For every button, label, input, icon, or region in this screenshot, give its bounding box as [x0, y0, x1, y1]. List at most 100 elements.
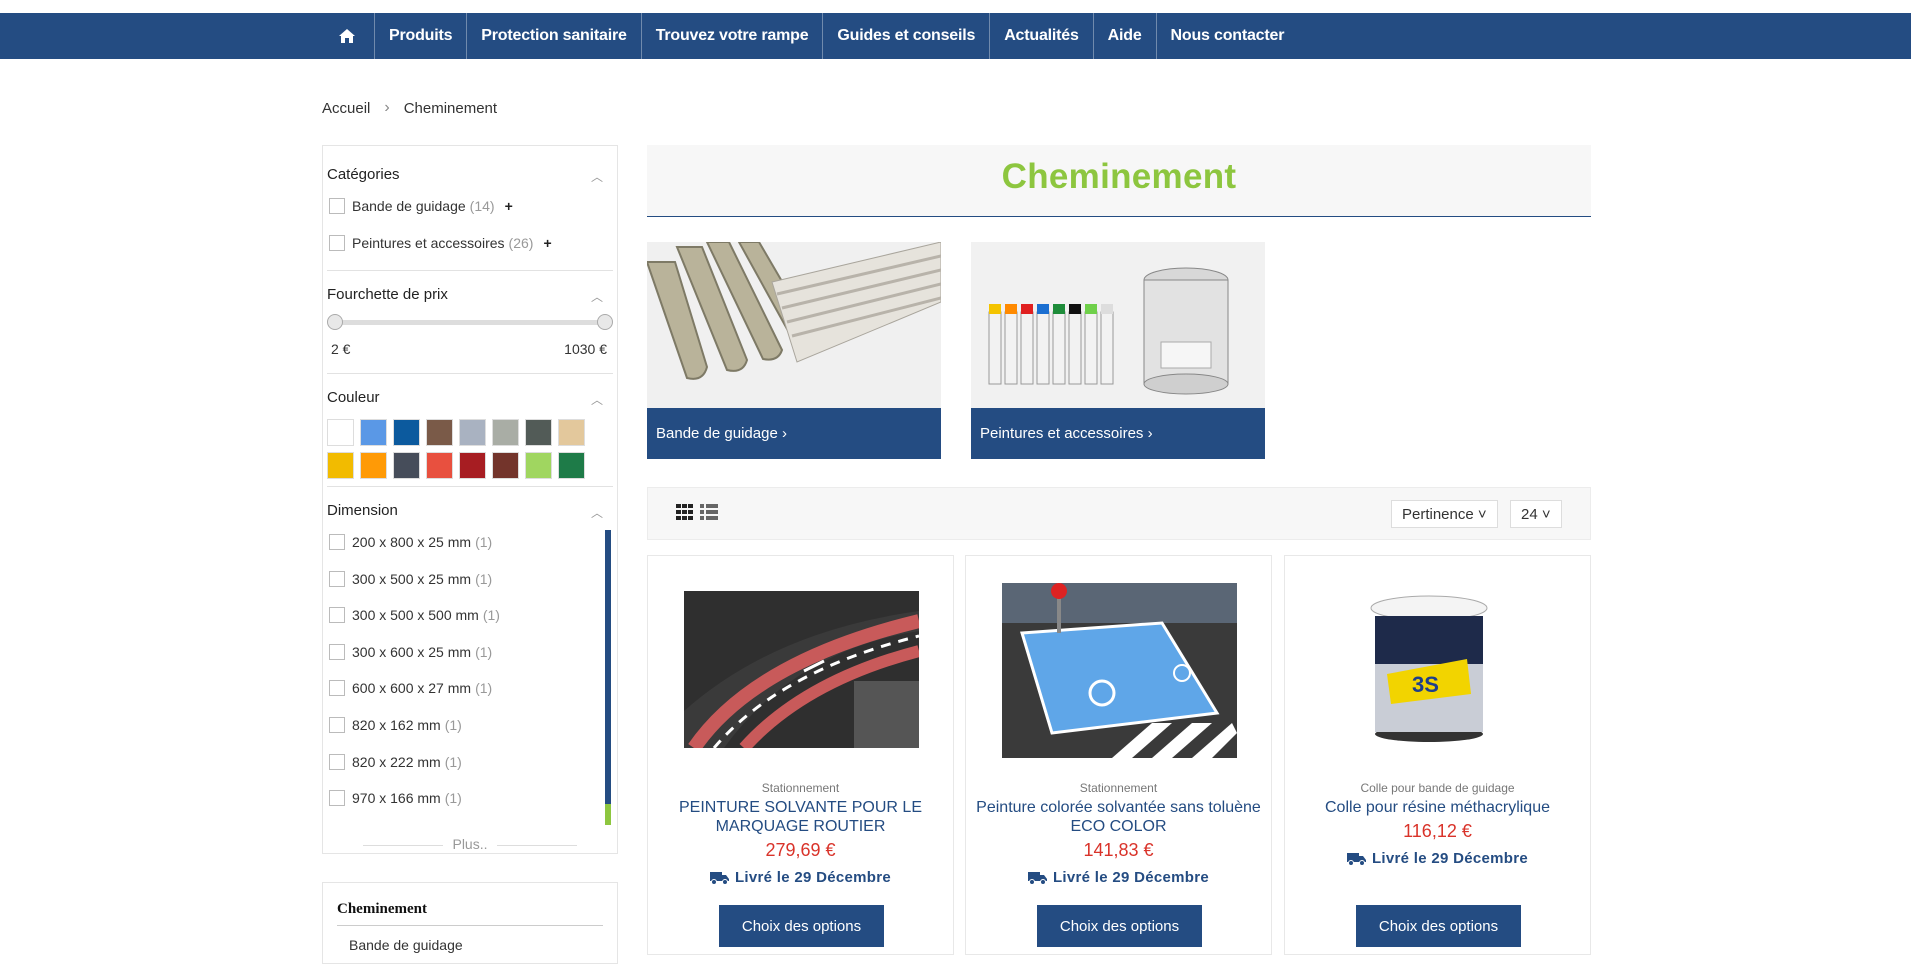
- product-title[interactable]: Colle pour résine méthacrylique: [1295, 798, 1580, 817]
- color-swatch[interactable]: [426, 452, 453, 479]
- checkbox[interactable]: [329, 680, 345, 696]
- breadcrumb: Accueil › Cheminement: [322, 99, 497, 117]
- color-swatch[interactable]: [393, 419, 420, 446]
- list-view-icon[interactable]: [700, 504, 718, 525]
- nav-home[interactable]: [320, 13, 375, 59]
- product-image[interactable]: [684, 591, 919, 748]
- sort-select[interactable]: Pertinence ˅: [1391, 500, 1498, 528]
- per-page-select[interactable]: 24 ˅: [1510, 500, 1562, 528]
- filter-label: 300 x 500 x 25 mm: [352, 571, 472, 587]
- filter-category-peintures[interactable]: Peintures et accessoires (26) +: [329, 235, 552, 251]
- product-card: Stationnement PEINTURE SOLVANTE POUR LE …: [647, 555, 954, 955]
- filter-category-bande-de-guidage[interactable]: Bande de guidage (14) +: [329, 198, 513, 214]
- chevron-up-icon[interactable]: ︿: [591, 504, 603, 521]
- chevron-up-icon[interactable]: ︿: [591, 168, 603, 185]
- choose-options-button[interactable]: Choix des options: [1356, 905, 1521, 947]
- checkbox[interactable]: [329, 717, 345, 733]
- filter-dimension-item[interactable]: 820 x 222 mm (1): [329, 754, 462, 770]
- choose-options-button[interactable]: Choix des options: [1037, 905, 1202, 947]
- checkbox[interactable]: [329, 571, 345, 587]
- filter-dimension-item[interactable]: 300 x 500 x 500 mm (1): [329, 607, 500, 623]
- filter-label: 970 x 166 mm: [352, 790, 441, 806]
- choose-options-button[interactable]: Choix des options: [719, 905, 884, 947]
- color-swatch[interactable]: [327, 452, 354, 479]
- filter-label: Peintures et accessoires: [352, 235, 505, 251]
- filter-count: (1): [475, 644, 493, 660]
- home-icon: [339, 29, 355, 43]
- filter-dimension-item[interactable]: 200 x 800 x 25 mm (1): [329, 534, 492, 550]
- subcategory-tile-bande-de-guidage[interactable]: Bande de guidage ›: [647, 242, 941, 459]
- checkbox[interactable]: [329, 790, 345, 806]
- product-image[interactable]: [1002, 583, 1237, 758]
- checkbox[interactable]: [329, 607, 345, 623]
- color-swatch[interactable]: [459, 419, 486, 446]
- color-swatch[interactable]: [492, 419, 519, 446]
- grid-view-icon[interactable]: [676, 504, 694, 525]
- filter-label: 300 x 500 x 500 mm: [352, 607, 479, 623]
- checkbox[interactable]: [329, 235, 345, 251]
- product-list-toolbar: Pertinence ˅ 24 ˅: [647, 487, 1591, 540]
- checkbox[interactable]: [329, 644, 345, 660]
- color-swatch[interactable]: [558, 419, 585, 446]
- filter-count: (14): [469, 198, 495, 214]
- filter-dimension-item[interactable]: 300 x 500 x 25 mm (1): [329, 571, 492, 587]
- breadcrumb-home-link[interactable]: Accueil: [322, 100, 370, 117]
- filter-count: (1): [444, 754, 462, 770]
- product-title[interactable]: Peinture colorée solvantée sans toluène …: [976, 798, 1261, 836]
- color-swatch[interactable]: [393, 452, 420, 479]
- color-swatch[interactable]: [525, 419, 552, 446]
- dimension-scrollbar-thumb[interactable]: [605, 804, 611, 825]
- main-nav: Produits Protection sanitaire Trouvez vo…: [0, 13, 1911, 59]
- checkbox[interactable]: [329, 754, 345, 770]
- chevron-right-icon: ›: [384, 99, 390, 116]
- chevron-up-icon[interactable]: ︿: [591, 288, 603, 305]
- filter-dimension-item[interactable]: 820 x 162 mm (1): [329, 717, 462, 733]
- show-more-link[interactable]: Plus..: [323, 836, 617, 852]
- price-slider-max-handle[interactable]: [597, 314, 613, 330]
- color-swatch[interactable]: [492, 452, 519, 479]
- dimension-scrollbar[interactable]: [605, 530, 611, 825]
- product-title[interactable]: PEINTURE SOLVANTE POUR LE MARQUAGE ROUTI…: [658, 798, 943, 836]
- color-swatch[interactable]: [558, 452, 585, 479]
- nav-item-produits[interactable]: Produits: [375, 13, 468, 59]
- filter-dimension-item[interactable]: 970 x 166 mm (1): [329, 790, 462, 806]
- subcategory-tile-peintures[interactable]: Peintures et accessoires ›: [971, 242, 1265, 459]
- product-price: 279,69 €: [765, 840, 836, 860]
- color-swatch[interactable]: [525, 452, 552, 479]
- expand-plus-icon[interactable]: +: [543, 235, 551, 251]
- filter-count: (1): [475, 680, 493, 696]
- nav-item-actualites[interactable]: Actualités: [990, 13, 1094, 59]
- expand-plus-icon[interactable]: +: [505, 198, 513, 214]
- price-slider-track[interactable]: [335, 320, 605, 325]
- subcategory-image: [971, 242, 1265, 408]
- filter-label: 820 x 162 mm: [352, 717, 441, 733]
- color-swatch[interactable]: [360, 419, 387, 446]
- price-slider-min-handle[interactable]: [327, 314, 343, 330]
- color-swatch[interactable]: [327, 419, 354, 446]
- nav-item-protection-sanitaire[interactable]: Protection sanitaire: [467, 13, 642, 59]
- facet-title: Couleur: [327, 389, 380, 406]
- color-swatch[interactable]: [426, 419, 453, 446]
- nav-item-aide[interactable]: Aide: [1094, 13, 1157, 59]
- color-swatch[interactable]: [360, 452, 387, 479]
- color-swatch[interactable]: [459, 452, 486, 479]
- filter-dimension-item[interactable]: 600 x 600 x 27 mm (1): [329, 680, 492, 696]
- subcategory-label: Bande de guidage ›: [647, 408, 941, 459]
- product-category: Colle pour bande de guidage: [1360, 781, 1515, 795]
- nav-item-nous-contacter[interactable]: Nous contacter: [1157, 13, 1299, 59]
- filter-dimension-item[interactable]: 300 x 600 x 25 mm (1): [329, 644, 492, 660]
- product-image[interactable]: 3S: [1367, 594, 1491, 746]
- subcategory-image: [647, 242, 941, 408]
- divider: [327, 270, 613, 271]
- category-header: Cheminement: [647, 145, 1591, 217]
- truck-icon: [1346, 852, 1366, 866]
- page-title: Cheminement: [1001, 157, 1237, 196]
- nav-item-trouvez-votre-rampe[interactable]: Trouvez votre rampe: [642, 13, 824, 59]
- filter-count: (1): [475, 571, 493, 587]
- side-block-link[interactable]: Bande de guidage: [349, 937, 463, 953]
- product-price: 141,83 €: [1083, 840, 1154, 860]
- chevron-up-icon[interactable]: ︿: [591, 391, 603, 408]
- checkbox[interactable]: [329, 198, 345, 214]
- checkbox[interactable]: [329, 534, 345, 550]
- nav-item-guides-conseils[interactable]: Guides et conseils: [823, 13, 991, 59]
